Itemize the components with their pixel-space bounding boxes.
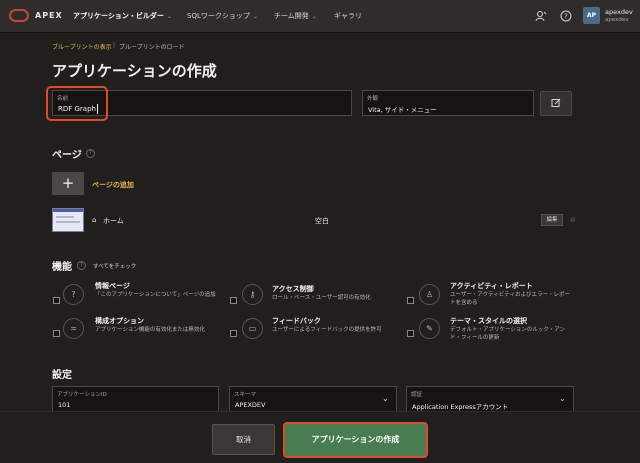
feature-checkbox-about[interactable] — [53, 297, 60, 304]
avatar[interactable]: AP — [583, 7, 600, 24]
features-heading: 機能 — [52, 262, 72, 273]
user-workspace: apexdev — [605, 17, 629, 23]
edit-appearance-icon — [551, 98, 561, 107]
key-icon: ⚷ — [242, 284, 263, 305]
top-bar: APEX アプリケーション・ビルダー ⌄ SQLワークショップ ⌄ チーム開発 ⌄ ギ… — [0, 0, 640, 33]
appearance-picker-button[interactable] — [540, 91, 572, 116]
pages-heading: ページ — [52, 150, 82, 161]
feature-title-feedback: フィードバック — [272, 317, 321, 325]
app-id-label: アプリケーションID — [57, 392, 107, 398]
chevron-down-icon: ⌄ — [559, 394, 566, 403]
help-icon[interactable]: ? — [560, 10, 572, 22]
feature-checkbox-theme[interactable] — [407, 330, 414, 337]
sliders-icon: ≂ — [63, 318, 84, 339]
auth-select[interactable]: 認証 Application Expressアカウント ⌄ — [406, 386, 574, 412]
feature-title-about: 情報ページ — [95, 282, 130, 290]
plus-icon: + — [61, 174, 75, 192]
oracle-logo-icon[interactable] — [9, 9, 29, 22]
feature-desc-access: ロール・ベース・ユーザー認可の有効化 — [272, 295, 371, 301]
create-application-button[interactable]: アプリケーションの作成 — [283, 422, 428, 458]
chevron-down-icon: ⌄ — [252, 13, 258, 20]
feature-title-activity: アクティビティ・レポート — [450, 282, 533, 290]
feature-desc-theme: デフォルト・アプリケーションのルック・アンド・フィールの更新 — [450, 327, 566, 341]
features-help-icon[interactable]: ? — [77, 261, 86, 270]
check-all-link[interactable]: すべてをチェック — [93, 262, 136, 270]
feature-desc-about: 「このアプリケーションについて」ページの追加 — [95, 292, 216, 298]
edit-page-button[interactable]: 編集 — [541, 214, 563, 226]
appearance-field-label: 外観 — [367, 96, 379, 102]
schema-label: スキーマ — [234, 392, 257, 398]
appearance-field-value: Vita, サイド・メニュー — [368, 106, 437, 114]
brand-name[interactable]: APEX — [35, 11, 63, 20]
home-page-icon: ⌂ — [92, 216, 97, 224]
auth-value: Application Expressアカウント — [412, 403, 509, 411]
nav-team-dev[interactable]: チーム開発 ⌄ — [274, 11, 317, 21]
breadcrumb-view-blueprint[interactable]: ブループリントの表示 — [52, 42, 112, 51]
chevron-down-icon: ⌄ — [382, 394, 389, 403]
add-page-button[interactable]: + — [52, 172, 84, 195]
pages-help-icon[interactable]: ? — [86, 149, 95, 158]
chat-icon: ▭ — [242, 318, 263, 339]
footer-divider — [0, 411, 640, 412]
page-title: アプリケーションの作成 — [52, 62, 217, 80]
breadcrumb-load-blueprint[interactable]: ブループリントのロード — [119, 42, 185, 51]
schema-value: APEXDEV — [235, 401, 266, 409]
feature-checkbox-feedback[interactable] — [230, 330, 237, 337]
appearance-field[interactable]: 外観 Vita, サイド・メニュー — [362, 90, 534, 116]
nav-sql-workshop[interactable]: SQLワークショップ ⌄ — [187, 11, 258, 21]
feature-checkbox-access[interactable] — [230, 297, 237, 304]
settings-heading: 設定 — [52, 370, 72, 381]
delete-page-icon[interactable]: ⊘ — [570, 216, 576, 224]
svg-text:?: ? — [564, 13, 568, 21]
user-help-icon[interactable] — [535, 10, 547, 22]
page-name: ホーム — [103, 217, 124, 225]
chevron-down-icon: ⌄ — [166, 13, 172, 20]
auth-label: 認証 — [411, 392, 423, 398]
schema-select[interactable]: スキーマ APEXDEV ⌄ — [229, 386, 397, 412]
user-report-icon: ♙ — [419, 284, 440, 305]
feature-title-config: 構成オプション — [95, 317, 144, 325]
app-id-field[interactable]: アプリケーションID 101 — [52, 386, 219, 412]
feature-checkbox-config[interactable] — [53, 330, 60, 337]
app-id-value: 101 — [58, 401, 71, 409]
page-type: 空白 — [315, 217, 329, 225]
add-page-label[interactable]: ページの追加 — [92, 180, 134, 190]
cancel-button[interactable]: 取消 — [212, 424, 275, 455]
nav-gallery[interactable]: ギャラリ — [334, 11, 362, 21]
feature-title-theme: テーマ・スタイルの選択 — [450, 317, 527, 325]
nav-app-builder[interactable]: アプリケーション・ビルダー ⌄ — [73, 11, 172, 21]
breadcrumb-separator: | — [113, 42, 116, 49]
user-name[interactable]: apexdev — [605, 8, 633, 16]
info-icon: ? — [63, 284, 84, 305]
chevron-down-icon: ⌄ — [311, 13, 317, 20]
feature-title-access: アクセス制御 — [272, 285, 314, 293]
name-field-highlight — [46, 86, 108, 121]
feature-desc-activity: ユーザー・アクティビティおよびエラー・レポートを含める — [450, 292, 570, 306]
feature-checkbox-activity[interactable] — [407, 297, 414, 304]
feature-desc-feedback: ユーザーによるフィードバックの提供を許可 — [272, 327, 382, 333]
page-thumbnail — [52, 208, 84, 232]
brush-icon: ✎ — [419, 318, 440, 339]
feature-desc-config: アプリケーション機能の有効化または無効化 — [95, 327, 205, 333]
